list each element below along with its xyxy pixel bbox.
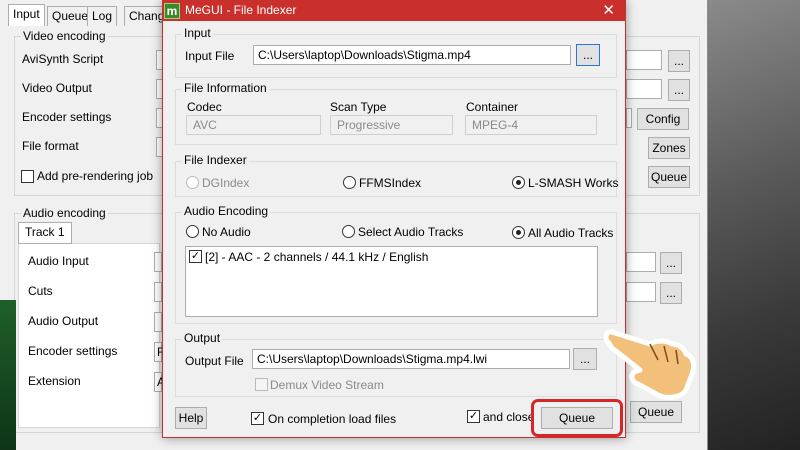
- background-desktop: [708, 0, 800, 450]
- pointing-hand-icon: [603, 329, 697, 400]
- ffmsindex-radio[interactable]: [343, 176, 356, 189]
- audio-input-field-right[interactable]: [626, 252, 656, 272]
- audio-output-field[interactable]: [154, 312, 162, 332]
- lsmash-works-label[interactable]: L-SMASH Works: [528, 176, 618, 190]
- tab-track-1[interactable]: Track 1: [18, 222, 72, 244]
- file-indexer-title: File Indexer: [182, 153, 249, 167]
- cuts-field-right[interactable]: [626, 282, 656, 302]
- audio-track-label[interactable]: [2] - AAC - 2 channels / 44.1 kHz / Engl…: [205, 250, 428, 264]
- dgindex-radio: [186, 176, 199, 189]
- output-group-title: Output: [182, 331, 223, 345]
- video-encoder-dropdown-edge[interactable]: [626, 108, 632, 128]
- video-output-label: Video Output: [22, 81, 92, 95]
- help-button[interactable]: Help: [175, 407, 207, 429]
- video-encoder-settings-label: Encoder settings: [22, 110, 112, 124]
- output-file-label: Output File: [185, 354, 244, 368]
- audio-track-checkbox[interactable]: ✓: [189, 250, 202, 263]
- no-audio-label[interactable]: No Audio: [202, 225, 251, 239]
- file-information-title: File Information: [182, 81, 269, 95]
- audio-encoding-title: Audio encoding: [21, 206, 108, 220]
- pre-rendering-label: Add pre-rendering job: [37, 169, 154, 183]
- background-left-strip: [0, 300, 16, 450]
- load-files-checkbox[interactable]: ✓: [251, 412, 264, 425]
- video-encoding-title: Video encoding: [21, 29, 108, 43]
- audio-input-browse-button[interactable]: ...: [660, 252, 682, 274]
- codec-value: AVC: [186, 115, 321, 135]
- extension-select[interactable]: A: [154, 372, 165, 392]
- and-close-checkbox[interactable]: ✓: [467, 410, 480, 423]
- input-group-title: Input: [182, 26, 213, 40]
- megui-app-icon: m: [164, 3, 180, 19]
- file-indexer-dialog: m MeGUI - File Indexer ✕ Input Input Fil…: [162, 0, 626, 438]
- cuts-field[interactable]: [154, 282, 162, 302]
- tab-input[interactable]: Input: [8, 4, 45, 26]
- select-audio-tracks-label[interactable]: Select Audio Tracks: [358, 225, 463, 239]
- audio-encoder-select[interactable]: F: [154, 342, 164, 362]
- queue-audio-button[interactable]: Queue: [630, 401, 682, 423]
- codec-label: Codec: [187, 100, 222, 114]
- lsmash-works-radio[interactable]: [512, 176, 525, 189]
- queue-button-highlight: [531, 399, 623, 437]
- demux-video-checkbox: [255, 378, 268, 391]
- audio-output-label: Audio Output: [28, 314, 99, 328]
- audio-track-panel: [18, 243, 160, 428]
- all-audio-tracks-label[interactable]: All Audio Tracks: [528, 226, 613, 240]
- output-browse-button[interactable]: ...: [573, 348, 597, 370]
- close-icon[interactable]: ✕: [602, 1, 615, 21]
- avisynth-script-field-right[interactable]: [626, 50, 662, 70]
- container-value: MPEG-4: [465, 115, 597, 135]
- queue-video-button[interactable]: Queue: [648, 166, 690, 188]
- ffmsindex-label[interactable]: FFMSIndex: [359, 176, 421, 190]
- avisynth-browse-button[interactable]: ...: [668, 50, 690, 72]
- output-file-field[interactable]: C:\Users\laptop\Downloads\Stigma.mp4.lwi: [252, 349, 570, 369]
- video-output-field-right[interactable]: [626, 79, 662, 99]
- cuts-label: Cuts: [28, 284, 53, 298]
- input-file-field[interactable]: C:\Users\laptop\Downloads\Stigma.mp4: [253, 45, 571, 65]
- main-tabbar: Input Queue Log Chang: [0, 4, 170, 26]
- dgindex-label: DGIndex: [202, 176, 250, 190]
- container-label: Container: [466, 100, 519, 114]
- audio-input-field[interactable]: [154, 252, 162, 272]
- demux-video-label: Demux Video Stream: [270, 378, 384, 392]
- and-close-label[interactable]: and close: [483, 410, 534, 424]
- input-file-label: Input File: [185, 49, 235, 63]
- scan-type-label: Scan Type: [330, 100, 387, 114]
- input-browse-button[interactable]: ...: [576, 44, 600, 66]
- file-format-label: File format: [22, 139, 79, 153]
- avisynth-script-label: AviSynth Script: [22, 52, 104, 66]
- zones-button[interactable]: Zones: [648, 137, 690, 159]
- no-audio-radio[interactable]: [186, 225, 199, 238]
- audio-encoder-settings-label: Encoder settings: [28, 344, 118, 358]
- scan-type-value: Progressive: [330, 115, 453, 135]
- audio-input-label: Audio Input: [28, 254, 89, 268]
- video-output-browse-button[interactable]: ...: [668, 79, 690, 101]
- all-audio-tracks-radio[interactable]: [512, 226, 525, 239]
- dialog-title: MeGUI - File Indexer: [185, 3, 297, 17]
- tab-log[interactable]: Log: [87, 6, 118, 26]
- pre-rendering-checkbox[interactable]: [21, 170, 34, 183]
- config-button[interactable]: Config: [637, 108, 689, 130]
- audio-track-list[interactable]: ✓ [2] - AAC - 2 channels / 44.1 kHz / En…: [185, 246, 598, 317]
- load-files-label[interactable]: On completion load files: [268, 412, 396, 426]
- dialog-titlebar[interactable]: m MeGUI - File Indexer ✕: [163, 1, 625, 21]
- audio-encoding-dialog-title: Audio Encoding: [182, 204, 271, 218]
- extension-label: Extension: [28, 374, 81, 388]
- select-audio-tracks-radio[interactable]: [342, 225, 355, 238]
